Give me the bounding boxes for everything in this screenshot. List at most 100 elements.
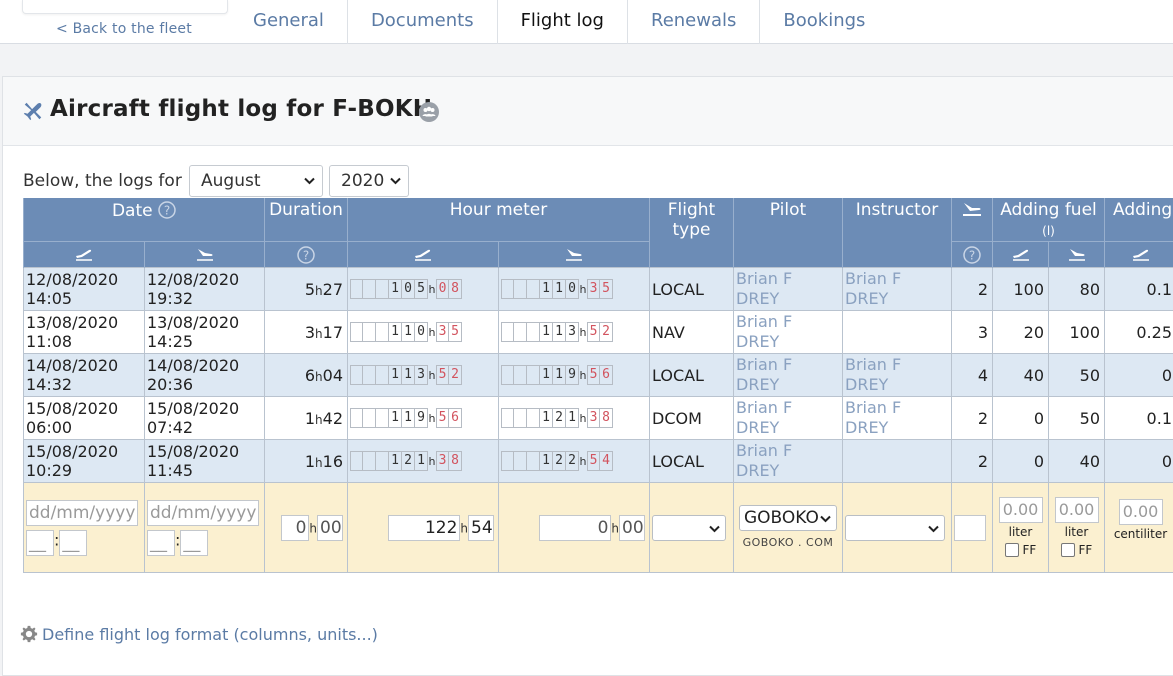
duration-minutes: 17 — [323, 323, 343, 342]
pilot-name[interactable]: Brian FDREY — [734, 268, 843, 311]
fuel-after: 100 — [1049, 311, 1105, 354]
help-icon[interactable]: ? — [158, 201, 176, 219]
meter-digit — [514, 451, 527, 471]
hour-separator: h — [315, 413, 323, 427]
meter-minute-digit: 2 — [449, 365, 462, 385]
flight-type-select[interactable] — [652, 515, 726, 541]
new-fuel-after-cell: 0.00 liter FF — [1049, 483, 1105, 573]
define-format-link[interactable]: Define flight log format (columns, units… — [20, 625, 378, 644]
meter-digit — [376, 408, 389, 428]
help-icon[interactable]: ? — [297, 246, 315, 264]
duration-minutes: 27 — [323, 280, 343, 299]
tab-bookings[interactable]: Bookings — [760, 0, 888, 44]
month-select[interactable]: August — [189, 165, 323, 197]
start-minute-input[interactable]: __ — [59, 530, 87, 556]
hour-meter-digits: 119h56 — [501, 365, 647, 385]
tab-general[interactable]: General — [230, 0, 348, 44]
fuel-after-input[interactable]: 0.00 — [1055, 497, 1099, 523]
help-icon[interactable]: ? — [963, 246, 981, 264]
end-date-input[interactable]: dd/mm/yyyy — [147, 500, 259, 526]
landings-input[interactable] — [954, 515, 986, 541]
svg-text:?: ? — [303, 248, 309, 262]
instructor-name[interactable] — [843, 440, 952, 483]
meter-minute-digit: 5 — [587, 451, 600, 471]
tab-renewals[interactable]: Renewals — [628, 0, 760, 44]
instructor-name[interactable]: Brian FDREY — [843, 397, 952, 440]
year-value: 2020 — [341, 171, 384, 191]
pilot-first: Brian F — [736, 269, 792, 288]
table-row[interactable]: 15/08/202006:0015/08/202007:421h42119h56… — [24, 397, 1173, 440]
end-time: 19:32 — [147, 289, 193, 308]
meter-minute-digit: 4 — [600, 451, 613, 471]
meter-digit — [350, 451, 363, 471]
chevron-down-icon — [928, 525, 939, 533]
header-fuel-landing — [1049, 242, 1105, 268]
fuel-before: 0 — [993, 440, 1049, 483]
instructor-select[interactable] — [845, 515, 945, 541]
meter-minute-digit: 5 — [436, 365, 449, 385]
fuel-before-unit: liter — [1009, 525, 1033, 539]
meter-digit — [527, 451, 540, 471]
instructor-name[interactable]: Brian FDREY — [843, 268, 952, 311]
fuel-after-ff-checkbox[interactable] — [1061, 543, 1075, 557]
new-flight-type-cell — [650, 483, 734, 573]
end-time: 14:25 — [147, 332, 193, 351]
meter-minute-digit: 3 — [436, 451, 449, 471]
meter-end-minutes-input[interactable]: 00 — [619, 515, 645, 541]
oil-input[interactable]: 0.00 — [1119, 499, 1163, 525]
instructor-name[interactable]: Brian FDREY — [843, 354, 952, 397]
tab-flight-log[interactable]: Flight log — [498, 0, 628, 44]
meter-minute-digit: 5 — [587, 322, 600, 342]
fuel-before-ff-checkbox[interactable] — [1005, 543, 1019, 557]
start-hour-input[interactable]: __ — [26, 530, 54, 556]
duration-minutes-input[interactable]: 00 — [317, 515, 343, 541]
meter-digit: 1 — [566, 408, 579, 428]
header-landings-help: ? — [952, 242, 993, 268]
meter-digit — [376, 322, 389, 342]
duration: 3h17 — [265, 311, 348, 354]
meter-end: 122h54 — [499, 440, 650, 483]
year-select[interactable]: 2020 — [329, 165, 409, 197]
meter-start-minutes-input[interactable]: 54 — [468, 515, 494, 541]
pilot-first: Brian F — [736, 398, 792, 417]
meter-minute-digit: 3 — [587, 279, 600, 299]
svg-text:?: ? — [164, 204, 170, 218]
meter-end-hours-input[interactable]: 0 — [539, 515, 611, 541]
header-oil-takeoff — [1105, 242, 1173, 268]
fuel-before-input[interactable]: 0.00 — [999, 497, 1043, 523]
instructor-name[interactable] — [843, 311, 952, 354]
end-minute-input[interactable]: __ — [180, 530, 208, 556]
pilot-select[interactable]: GOBOKO — [739, 505, 837, 531]
start-date-input[interactable]: dd/mm/yyyy — [26, 500, 138, 526]
tab-documents[interactable]: Documents — [348, 0, 498, 44]
meter-digit: 1 — [553, 279, 566, 299]
meter-digit: 0 — [402, 279, 415, 299]
meter-digit: 1 — [415, 451, 428, 471]
table-row[interactable]: 12/08/202014:0512/08/202019:325h27105h08… — [24, 268, 1173, 311]
end-datetime: 15/08/202007:42 — [145, 397, 265, 440]
new-instructor-cell — [843, 483, 952, 573]
pilot-name[interactable]: Brian FDREY — [734, 311, 843, 354]
hour-meter-digits: 110h35 — [350, 322, 496, 342]
duration-hours-input[interactable]: 0 — [281, 515, 309, 541]
table-row[interactable]: 15/08/202010:2915/08/202011:451h16121h38… — [24, 440, 1173, 483]
landing-icon — [195, 247, 215, 261]
table-row[interactable]: 13/08/202011:0813/08/202014:253h17110h35… — [24, 311, 1173, 354]
hour-separator: h — [315, 284, 323, 298]
meter-digit: 1 — [540, 322, 553, 342]
end-time: 11:45 — [147, 461, 193, 480]
hour-meter-digits: 121h38 — [501, 408, 647, 428]
header-adding-oil: Adding — [1105, 198, 1173, 242]
table-row[interactable]: 14/08/202014:3214/08/202020:366h04113h52… — [24, 354, 1173, 397]
back-to-fleet-link[interactable]: < Back to the fleet — [56, 21, 192, 37]
hour-separator: h — [428, 326, 436, 339]
pilot-name[interactable]: Brian FDREY — [734, 440, 843, 483]
end-hour-input[interactable]: __ — [147, 530, 175, 556]
meter-start-hours-input[interactable]: 122 — [388, 515, 460, 541]
hour-meter-digits: 121h38 — [350, 451, 496, 471]
pilot-name[interactable]: Brian FDREY — [734, 354, 843, 397]
top-navigation: < Back to the fleet General Documents Fl… — [0, 0, 1173, 44]
users-icon[interactable] — [419, 102, 439, 122]
pilot-name[interactable]: Brian FDREY — [734, 397, 843, 440]
hour-separator: h — [611, 521, 619, 535]
